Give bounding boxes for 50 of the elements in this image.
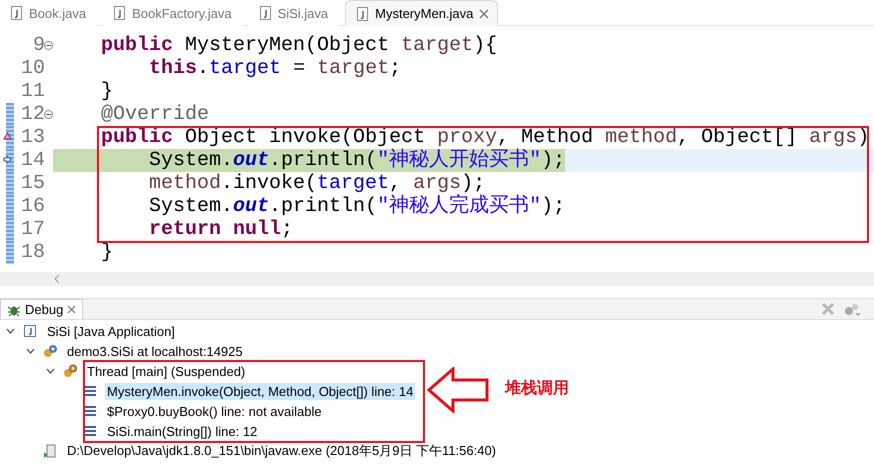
expand-icon[interactable] [6, 328, 14, 334]
expand-icon[interactable] [46, 368, 54, 374]
line-number: 12 [20, 103, 45, 126]
java-app-icon [23, 324, 37, 338]
close-icon[interactable] [479, 8, 490, 18]
code-line: public Object invoke(Object proxy, Method method, Object[] args) [100, 126, 870, 149]
fold-icon[interactable] [44, 41, 53, 50]
line-number: 16 [20, 195, 45, 218]
arrow-icon [427, 367, 489, 413]
stack-frame-icon [83, 384, 97, 398]
code-line: @Override [100, 103, 210, 126]
tree-item[interactable]: MysteryMen.invoke(Object, Method, Object[]) line: 14 [105, 382, 416, 400]
java-file-icon [258, 6, 272, 20]
line-number: 18 [20, 241, 45, 264]
code-line: System.out.println("神秘人完成买书"); [148, 195, 566, 218]
code-line: } [100, 241, 114, 264]
fold-icon[interactable] [44, 110, 53, 119]
thread-icon [63, 364, 77, 378]
tree-item[interactable]: SiSi.main(String[]) line: 12 [105, 422, 260, 440]
tree-item[interactable]: SiSi [Java Application] [45, 322, 177, 340]
debug-arrow-icon [3, 155, 12, 164]
line-number: 11 [20, 80, 45, 103]
expand-icon[interactable] [26, 348, 34, 354]
stack-frame-icon [83, 424, 97, 438]
code-line: public MysteryMen(Object target){ [100, 34, 498, 57]
gears-icon[interactable] [844, 302, 860, 316]
java-file-icon [113, 6, 126, 20]
stack-frame-icon [83, 404, 97, 418]
java-file-icon [10, 6, 23, 20]
line-number: 9 [32, 34, 45, 57]
code-line: } [100, 80, 114, 103]
editor-tab[interactable]: MysteryMen.java [345, 0, 498, 26]
code-line: this.target = target; [148, 57, 402, 80]
line-number: 17 [20, 218, 45, 241]
code-line: return null; [148, 218, 294, 241]
line-number: 10 [20, 57, 45, 80]
line-number: 13 [20, 126, 45, 149]
annotation-label: 堆栈调用 [505, 378, 569, 399]
java-file-icon [356, 6, 370, 20]
process-icon [43, 444, 57, 458]
debug-tab[interactable]: Debug [0, 299, 84, 319]
code-line: method.invoke(target, args); [148, 172, 486, 195]
line-number: 14 [20, 149, 45, 172]
tree-item[interactable]: D:\Develop\Java\jdk1.8.0_151\bin\javaw.exe (2018年5月9日 下午11:56:40) [65, 441, 498, 461]
line-number: 15 [20, 172, 45, 195]
close-icon[interactable] [67, 305, 76, 314]
tree-item[interactable]: $Proxy0.buyBook() line: not available [105, 402, 324, 420]
debug-target-icon [43, 344, 57, 358]
tree-item[interactable]: demo3.SiSi at localhost:14925 [65, 342, 245, 360]
tree-item[interactable]: Thread [main] (Suspended) [85, 362, 248, 380]
